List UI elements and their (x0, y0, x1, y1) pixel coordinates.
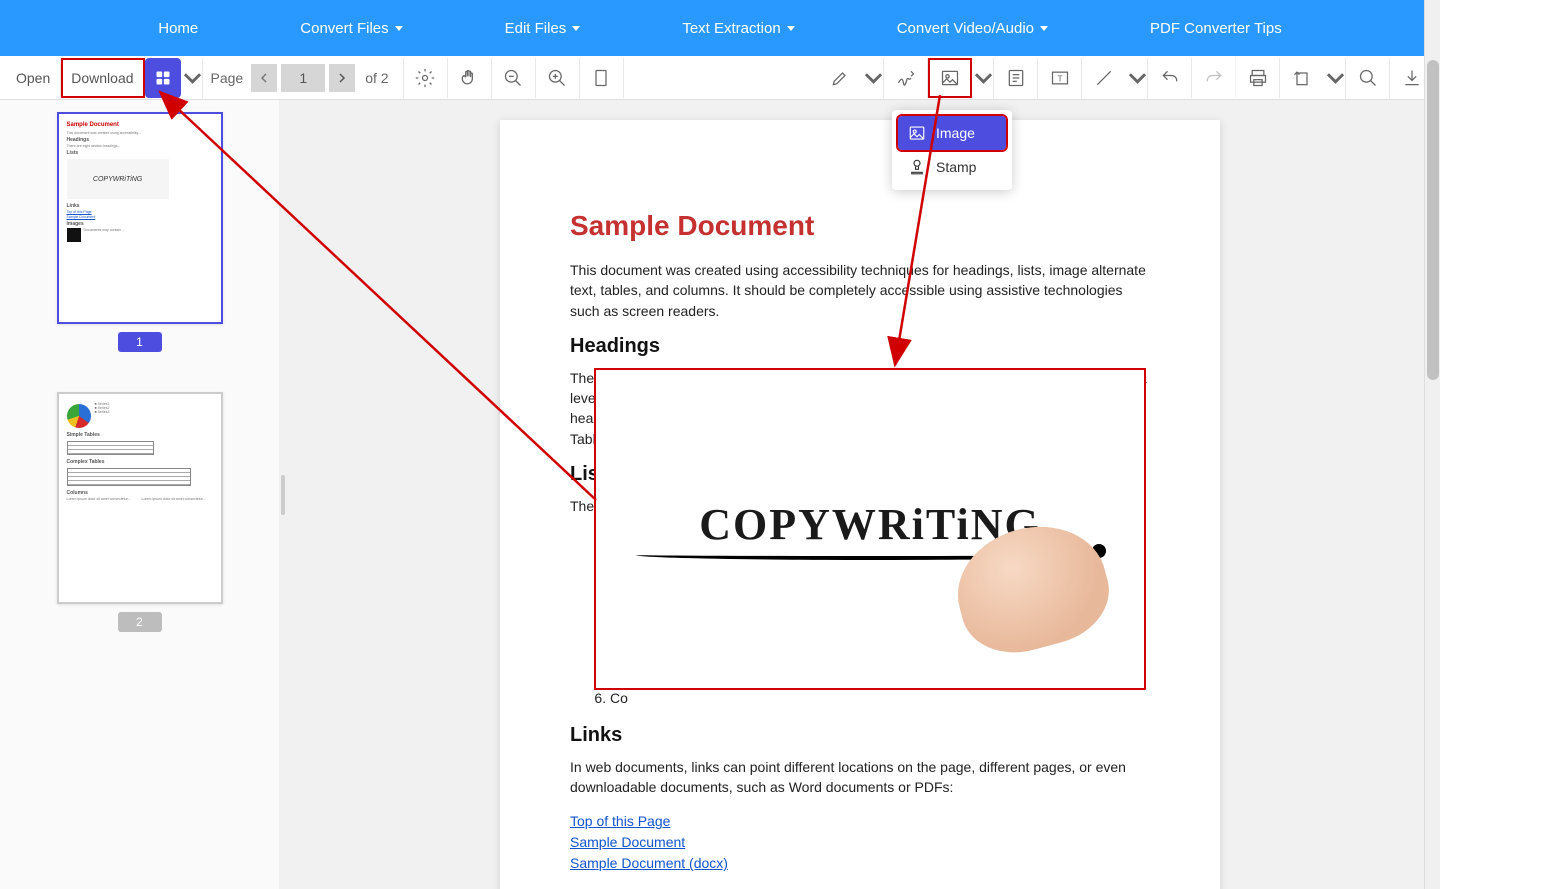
nav-edit-files[interactable]: Edit Files (489, 20, 597, 37)
link-sample-docx[interactable]: Sample Document (docx) (570, 853, 1150, 874)
image-icon (908, 124, 926, 142)
chevron-down-icon (1040, 26, 1048, 31)
heading-links: Links (570, 724, 1150, 747)
link-sample[interactable]: Sample Document (570, 832, 1150, 853)
line-dropdown[interactable] (1126, 58, 1148, 98)
chevron-down-icon (572, 26, 580, 31)
open-button[interactable]: Open (6, 58, 61, 98)
zoom-in-button[interactable] (536, 58, 580, 98)
heading-headings: Headings (570, 335, 1150, 358)
undo-button[interactable] (1148, 58, 1192, 98)
nav-convert-video-audio[interactable]: Convert Video/Audio (881, 20, 1064, 37)
nav-text-extraction[interactable]: Text Extraction (666, 20, 810, 37)
pan-button[interactable] (448, 58, 492, 98)
note-button[interactable] (994, 58, 1038, 98)
redo-button[interactable] (1192, 58, 1236, 98)
top-navigation: Home Convert Files Edit Files Text Extra… (0, 0, 1440, 56)
nav-pdf-tips[interactable]: PDF Converter Tips (1134, 20, 1298, 37)
nav-convert-files[interactable]: Convert Files (284, 20, 418, 37)
thumbnail-dropdown[interactable] (181, 58, 203, 98)
page-navigation: Page of 2 (203, 58, 404, 98)
vertical-scrollbar[interactable] (1424, 0, 1440, 889)
search-button[interactable] (1346, 58, 1390, 98)
highlight-dropdown[interactable] (862, 58, 884, 98)
prev-page-button[interactable] (251, 64, 277, 92)
next-page-button[interactable] (329, 64, 355, 92)
inserted-image-selection[interactable]: COPYWRiTiNG (596, 370, 1144, 688)
dropdown-item-stamp[interactable]: Stamp (898, 150, 1006, 184)
chevron-down-icon (395, 26, 403, 31)
rotate-button[interactable] (1280, 58, 1324, 98)
dropdown-item-image[interactable]: Image (898, 116, 1006, 150)
print-button[interactable] (1236, 58, 1280, 98)
signature-button[interactable] (884, 58, 928, 98)
thumbnail-page-2[interactable]: ■ Series1■ Series2■ Series3 Simple Table… (57, 392, 223, 604)
doc-intro: This document was created using accessib… (570, 260, 1150, 321)
chevron-down-icon (787, 26, 795, 31)
textbox-button[interactable]: T (1038, 58, 1082, 98)
thumbnail-view-button[interactable] (145, 58, 181, 98)
single-page-button[interactable] (580, 58, 624, 98)
thumbnail-label-1: 1 (118, 332, 162, 352)
insert-image-button[interactable] (928, 58, 972, 98)
stamp-icon (908, 158, 926, 176)
highlight-button[interactable] (818, 58, 862, 98)
p-links: In web documents, links can point differ… (570, 757, 1150, 798)
insert-image-dropdown[interactable] (972, 58, 994, 98)
insert-dropdown: Image Stamp (892, 110, 1012, 190)
inserted-image-content: COPYWRiTiNG (623, 410, 1116, 649)
panel-resize-handle[interactable] (280, 100, 286, 889)
nav-home[interactable]: Home (142, 20, 214, 37)
page-label: Page (211, 70, 244, 86)
page-total: of 2 (365, 70, 388, 86)
svg-text:T: T (1057, 73, 1062, 83)
zoom-out-button[interactable] (492, 58, 536, 98)
thumbnail-page-1[interactable]: Sample Document This document was create… (57, 112, 223, 324)
line-button[interactable] (1082, 58, 1126, 98)
link-top[interactable]: Top of this Page (570, 811, 1150, 832)
scrollbar-thumb[interactable] (1427, 60, 1439, 380)
thumbnail-label-2: 2 (118, 612, 162, 632)
download-button[interactable]: Download (61, 58, 144, 98)
doc-title: Sample Document (570, 210, 1150, 242)
toolbar: Open Download Page of 2 T (0, 56, 1440, 100)
thumbnail-panel: Sample Document This document was create… (0, 100, 280, 889)
settings-button[interactable] (404, 58, 448, 98)
page-input[interactable] (281, 64, 325, 92)
rotate-dropdown[interactable] (1324, 58, 1346, 98)
